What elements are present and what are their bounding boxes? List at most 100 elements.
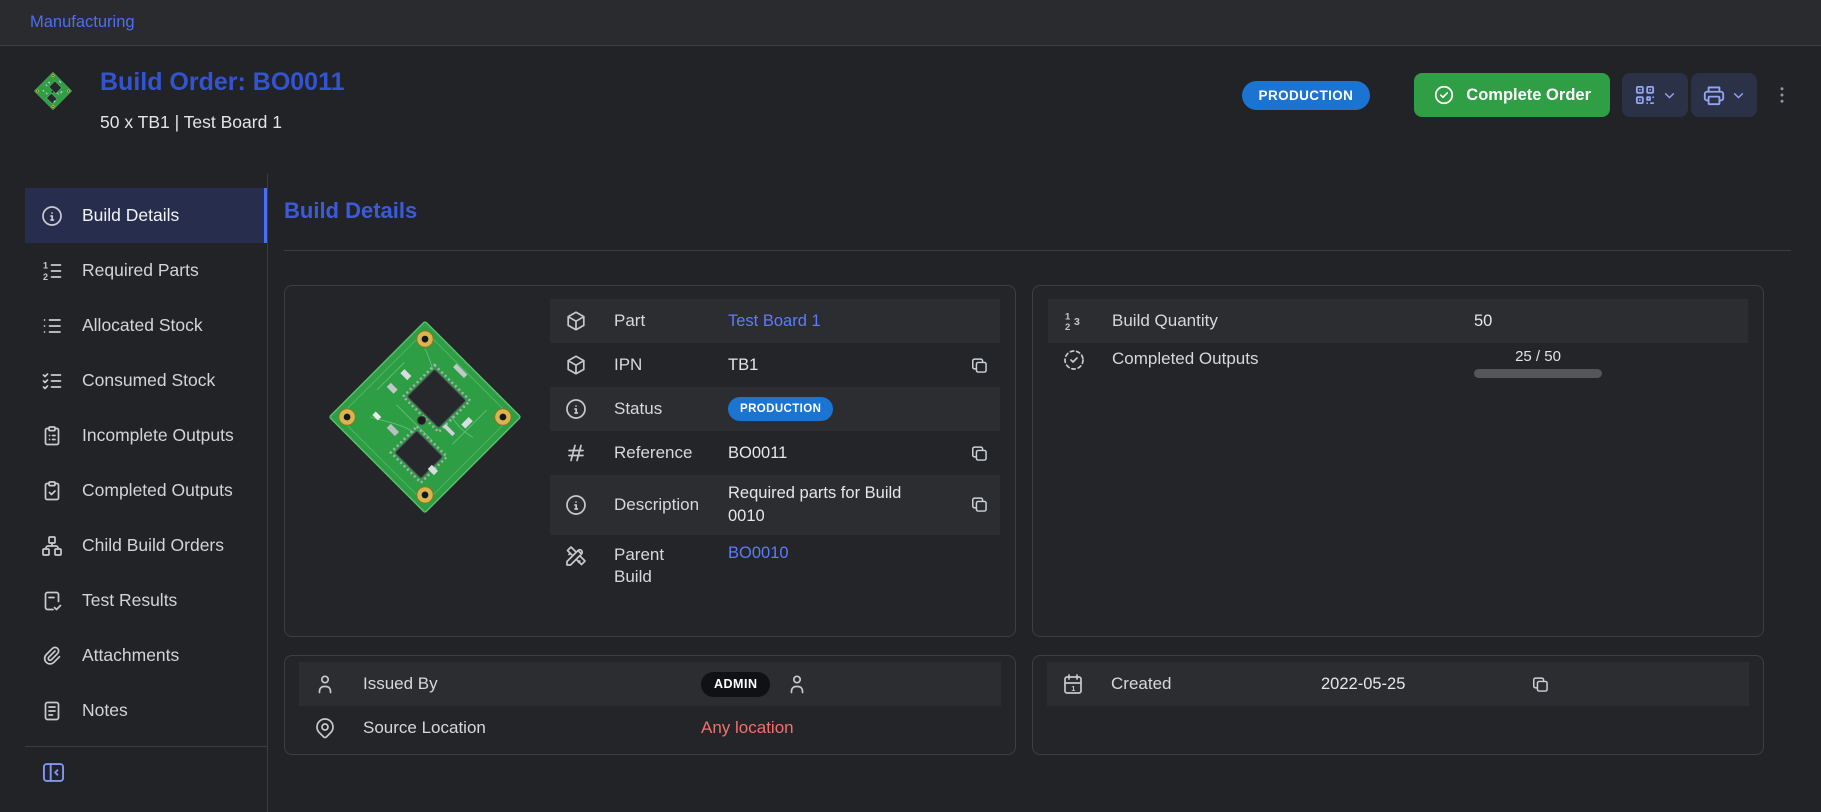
copy-button[interactable] (969, 494, 990, 515)
detail-label: Status (614, 398, 700, 420)
details-table: Part Test Board 1 IPN TB1 Status (550, 299, 1000, 623)
part-link[interactable]: Test Board 1 (728, 312, 821, 331)
breadcrumb-manufacturing-link[interactable]: Manufacturing (30, 13, 135, 32)
page-title: Build Order: BO0011 (100, 68, 345, 97)
detail-label: Issued By (363, 673, 701, 695)
heading-divider (284, 250, 1791, 251)
sidebar-item-completed-outputs[interactable]: Completed Outputs (25, 463, 267, 518)
detail-row-reference: Reference BO0011 (550, 431, 1000, 475)
complete-order-label: Complete Order (1466, 86, 1591, 105)
copy-icon (969, 355, 990, 376)
print-actions-button[interactable] (1691, 73, 1757, 117)
row-created: 1 Created 2022-05-25 (1047, 662, 1749, 706)
info-circle-icon (40, 204, 64, 228)
sidebar-item-label: Child Build Orders (82, 535, 224, 556)
detail-row-description: Description Required parts for Build 001… (550, 475, 1000, 535)
sidebar-item-label: Required Parts (82, 260, 199, 281)
circle-check-icon (1433, 84, 1455, 106)
notes-icon (40, 699, 64, 723)
completed-outputs-progress: 25 / 50 (1474, 348, 1602, 378)
copy-button[interactable] (1530, 674, 1551, 695)
status-badge: PRODUCTION (1242, 81, 1371, 110)
row-completed-outputs: Completed Outputs 25 / 50 (1048, 343, 1748, 405)
ipn-value: TB1 (728, 356, 758, 375)
more-actions-menu-button[interactable] (1769, 80, 1795, 110)
list-check-icon (40, 369, 64, 393)
issue-card: Issued By ADMIN Source Location Any loca… (284, 655, 1016, 755)
detail-label: Created (1111, 673, 1321, 695)
sidebar-item-incomplete-outputs[interactable]: Incomplete Outputs (25, 408, 267, 463)
row-issued-by: Issued By ADMIN (299, 662, 1001, 706)
sidebar-item-child-build-orders[interactable]: Child Build Orders (25, 518, 267, 573)
status-badge: PRODUCTION (728, 397, 833, 421)
sidebar-item-label: Consumed Stock (82, 370, 215, 391)
user-icon (785, 672, 809, 696)
svg-text:2: 2 (43, 272, 48, 282)
sidebar-item-label: Notes (82, 700, 128, 721)
sidebar-item-build-details[interactable]: Build Details (25, 188, 267, 243)
complete-order-button[interactable]: Complete Order (1414, 73, 1610, 117)
sitemap-icon (40, 534, 64, 558)
svg-text:3: 3 (1074, 316, 1080, 328)
source-location-value: Any location (701, 718, 794, 738)
copy-button[interactable] (969, 443, 990, 464)
collapse-sidebar-button[interactable] (40, 759, 67, 786)
sidebar-item-label: Completed Outputs (82, 480, 233, 501)
svg-text:1: 1 (1071, 684, 1075, 693)
sidebar-item-allocated-stock[interactable]: Allocated Stock (25, 298, 267, 353)
detail-label: Build Quantity (1112, 310, 1474, 332)
map-pin-icon (313, 716, 337, 740)
part-image (300, 299, 550, 623)
detail-label: IPN (614, 354, 700, 376)
page-header: Build Order: BO0011 50 x TB1 | Test Boar… (0, 46, 1821, 174)
build-quantity-value: 50 (1474, 312, 1492, 331)
list-numbers-icon: 12 (40, 259, 64, 283)
row-build-quantity: 123 Build Quantity 50 (1048, 299, 1748, 343)
detail-row-parent-build: Parent Build BO0010 (550, 535, 1000, 611)
svg-text:2: 2 (1065, 322, 1070, 333)
test-report-icon (40, 589, 64, 613)
header-actions: PRODUCTION Complete Order (1242, 73, 1795, 117)
box-icon (564, 309, 588, 333)
sidebar-item-test-results[interactable]: Test Results (25, 573, 267, 628)
sidebar-item-label: Attachments (82, 645, 179, 666)
svg-text:1: 1 (43, 260, 48, 270)
reference-value: BO0011 (728, 444, 787, 463)
sidebar-collapse-icon (40, 759, 67, 786)
description-value: Required parts for Build 0010 (728, 475, 904, 535)
barcode-actions-button[interactable] (1622, 73, 1688, 117)
detail-label: Source Location (363, 717, 701, 739)
detail-label: Parent Build (614, 544, 700, 589)
row-source-location: Source Location Any location (299, 706, 1001, 750)
tools-icon (564, 544, 588, 568)
qrcode-icon (1632, 82, 1658, 108)
list-icon (40, 314, 64, 338)
panel-heading: Build Details (284, 198, 1791, 224)
copy-icon (969, 443, 990, 464)
created-card: 1 Created 2022-05-25 (1032, 655, 1764, 755)
sidebar-item-label: Test Results (82, 590, 177, 611)
sidebar-item-label: Incomplete Outputs (82, 425, 234, 446)
sidebar-item-attachments[interactable]: Attachments (25, 628, 267, 683)
dots-vertical-icon (1771, 84, 1793, 106)
quantities-card: 123 Build Quantity 50 Completed Outputs … (1032, 285, 1764, 637)
info-circle-icon (564, 493, 588, 517)
chevron-down-icon (1661, 87, 1678, 104)
main-panel: Build Details Part Test Board 1 (268, 174, 1821, 812)
sidebar-item-consumed-stock[interactable]: Consumed Stock (25, 353, 267, 408)
detail-label: Completed Outputs (1112, 348, 1474, 370)
copy-button[interactable] (969, 355, 990, 376)
parent-build-link[interactable]: BO0010 (728, 544, 789, 563)
info-circle-icon (564, 397, 588, 421)
issue-table: Issued By ADMIN Source Location Any loca… (299, 662, 1001, 750)
sidebar-item-notes[interactable]: Notes (25, 683, 267, 738)
detail-label: Description (614, 494, 700, 516)
sidebar-item-required-parts[interactable]: 12 Required Parts (25, 243, 267, 298)
numbers-123-icon: 123 (1062, 309, 1086, 333)
created-table: 1 Created 2022-05-25 (1047, 662, 1749, 706)
progress-label: 25 / 50 (1515, 348, 1561, 365)
created-value: 2022-05-25 (1321, 675, 1405, 694)
sidebar-item-label: Build Details (82, 205, 179, 226)
build-order-thumbnail (30, 68, 76, 114)
detail-label: Part (614, 310, 700, 332)
